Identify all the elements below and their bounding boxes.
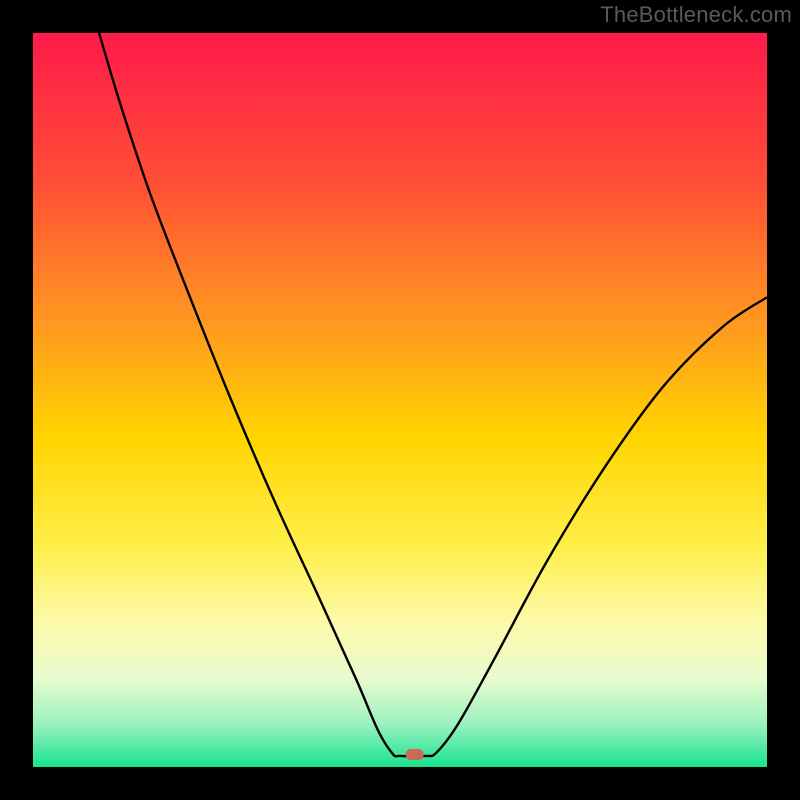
chart-background <box>33 33 767 767</box>
plot-area <box>33 33 767 767</box>
chart-svg <box>33 33 767 767</box>
watermark-text: TheBottleneck.com <box>600 2 792 28</box>
optimal-point-marker <box>406 749 424 760</box>
chart-frame: TheBottleneck.com <box>0 0 800 800</box>
